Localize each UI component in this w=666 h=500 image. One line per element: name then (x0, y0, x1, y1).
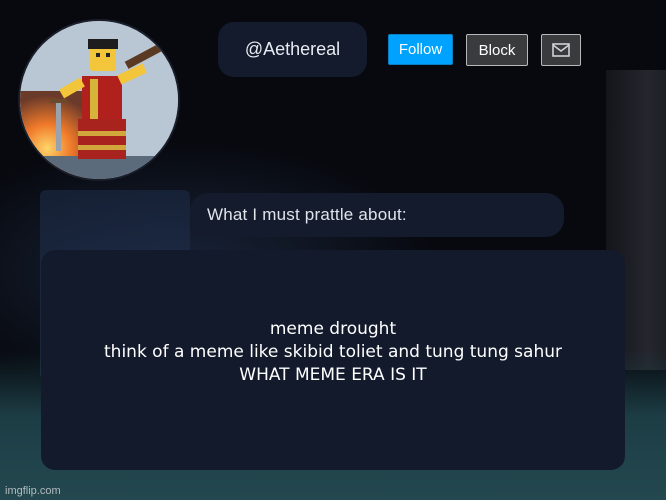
roblox-character-avatar-icon (20, 21, 178, 179)
section-prompt: What I must prattle about: (190, 193, 564, 237)
section-prompt-text: What I must prattle about: (207, 205, 407, 224)
post-line: think of a meme like skibid toliet and t… (104, 342, 562, 362)
username-label: @Aethereal (218, 22, 367, 77)
post-line: meme drought (269, 319, 397, 339)
envelope-icon (552, 43, 570, 57)
post-line: WHAT MEME ERA IS IT (239, 365, 427, 385)
block-button[interactable]: Block (466, 34, 528, 66)
follow-button-label: Follow (398, 41, 443, 58)
avatar[interactable] (20, 21, 178, 179)
follow-button[interactable]: Follow (388, 34, 453, 65)
block-button-label: Block (478, 41, 516, 59)
post-body: meme drought think of a meme like skibid… (41, 318, 625, 387)
imgflip-watermark: imgflip.com (5, 485, 61, 497)
username-text: @Aethereal (244, 39, 341, 59)
message-button[interactable] (541, 34, 581, 66)
